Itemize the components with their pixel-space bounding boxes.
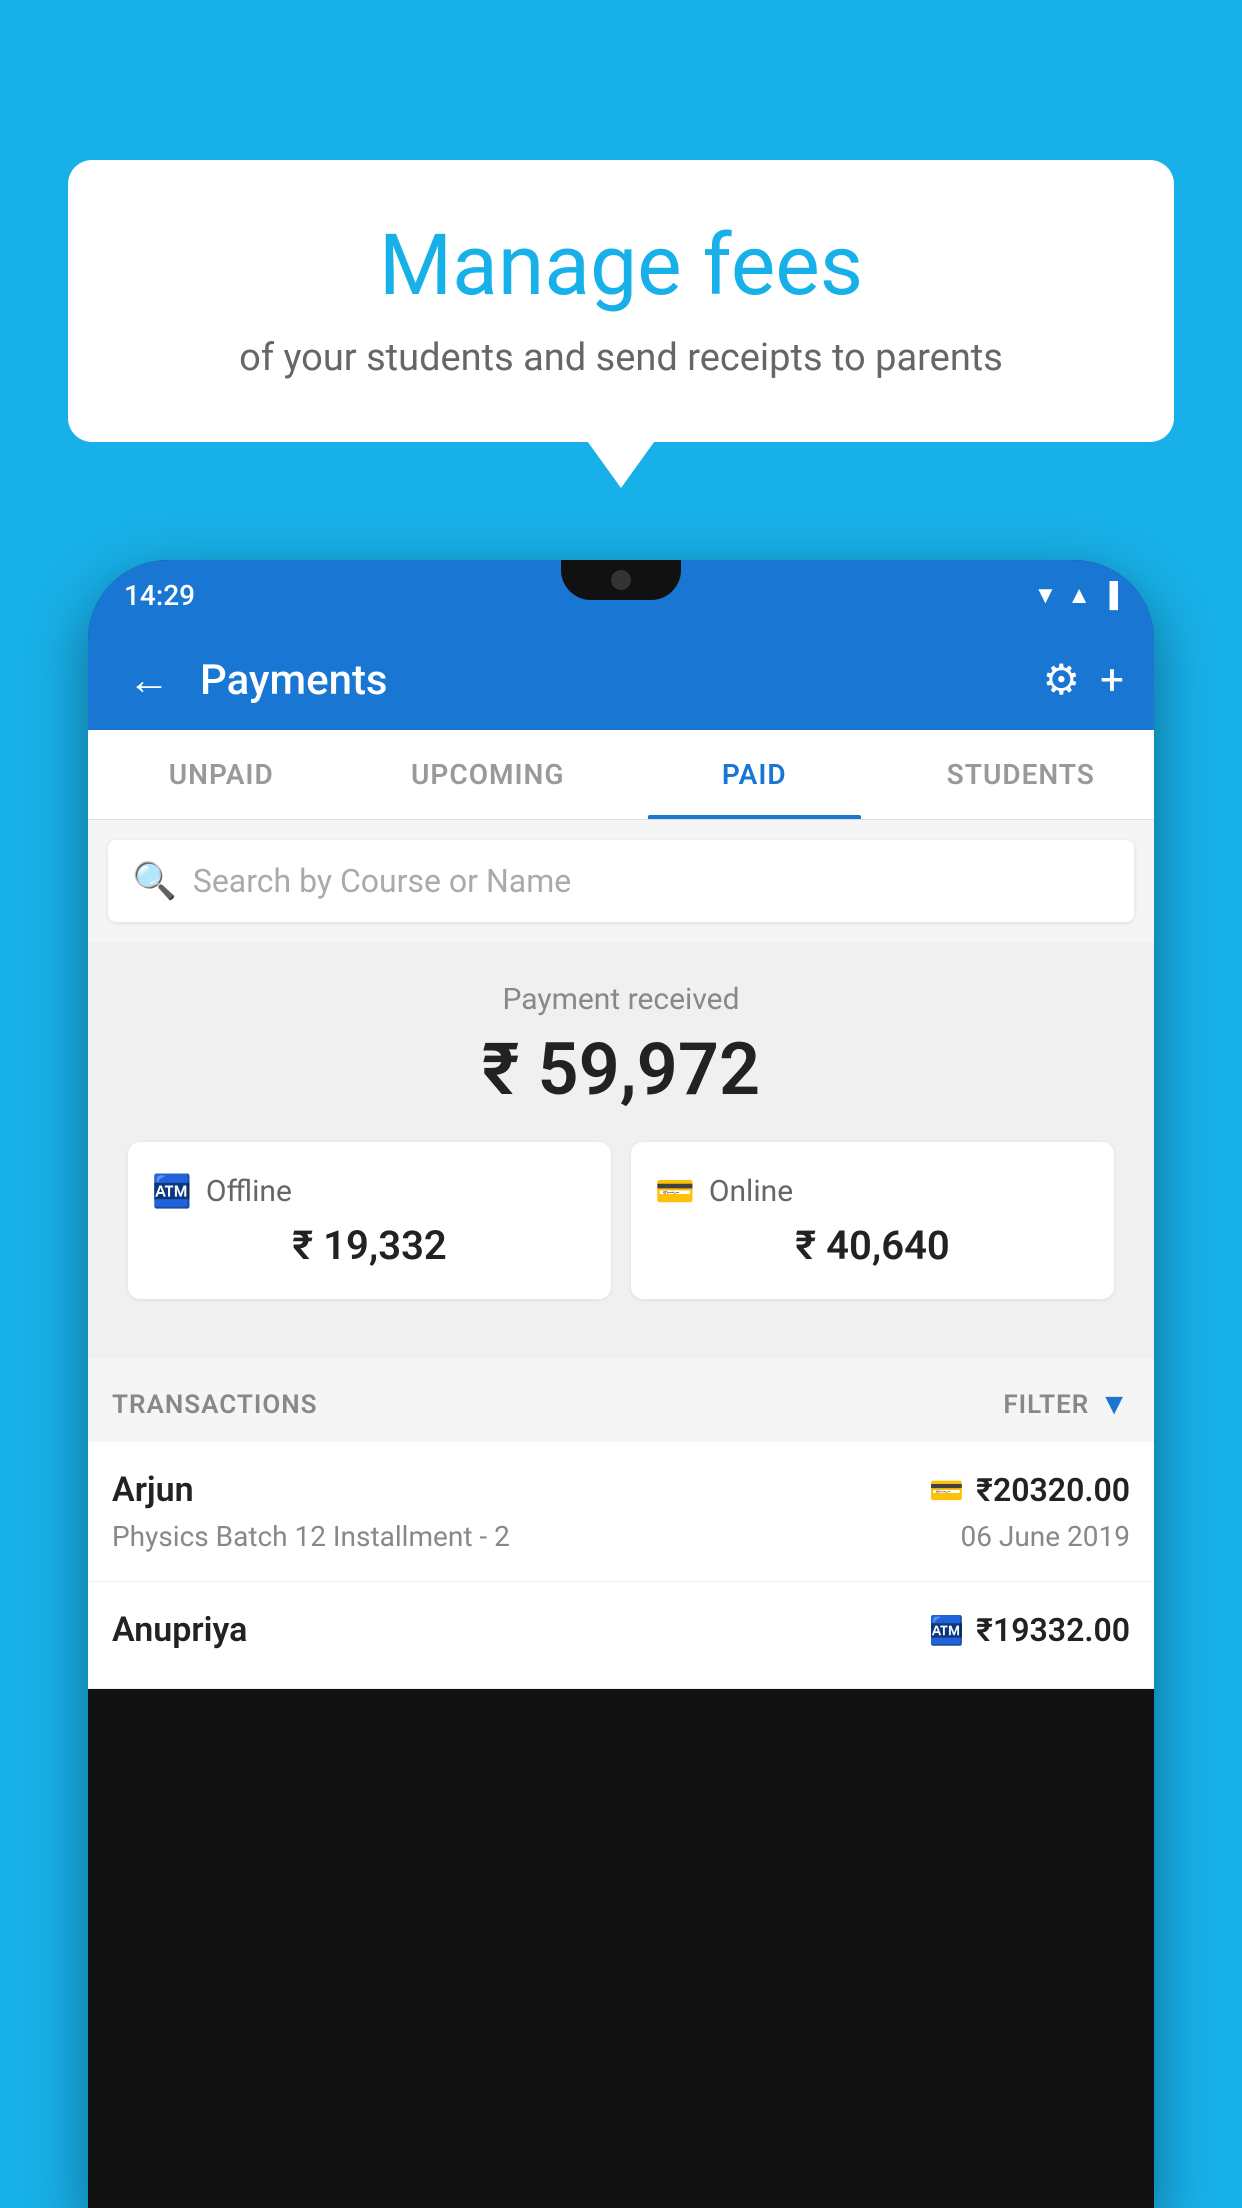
- transaction-name: Arjun: [112, 1470, 194, 1510]
- tabs-bar: UNPAID UPCOMING PAID STUDENTS: [88, 730, 1154, 820]
- payment-received-amount: ₹ 59,972: [108, 1027, 1134, 1112]
- add-button[interactable]: +: [1100, 656, 1124, 705]
- status-bar: 14:29 ▼ ▲ ▐: [88, 560, 1154, 630]
- transaction-amount: ₹20320.00: [976, 1471, 1130, 1509]
- battery-icon: ▐: [1101, 581, 1118, 610]
- filter-button[interactable]: FILTER ▼: [1003, 1387, 1130, 1422]
- transaction-amount: ₹19332.00: [976, 1611, 1130, 1649]
- transaction-row[interactable]: Anupriya 🏧 ₹19332.00: [88, 1582, 1154, 1689]
- phone-frame: 14:29 ▼ ▲ ▐ ← Payments ⚙ + UNPAID UPCOMI…: [88, 560, 1154, 2208]
- transactions-label: TRANSACTIONS: [112, 1390, 318, 1420]
- online-card-header: 💳 Online: [655, 1172, 1090, 1210]
- tab-students[interactable]: STUDENTS: [888, 730, 1155, 819]
- transaction-amount-wrap: 🏧 ₹19332.00: [929, 1611, 1130, 1649]
- tab-unpaid[interactable]: UNPAID: [88, 730, 355, 819]
- app-bar-title: Payments: [200, 656, 1023, 705]
- app-bar-actions: ⚙ +: [1043, 655, 1125, 705]
- online-card: 💳 Online ₹ 40,640: [631, 1142, 1114, 1299]
- filter-icon: ▼: [1099, 1387, 1130, 1422]
- transaction-amount-wrap: 💳 ₹20320.00: [929, 1471, 1130, 1509]
- tab-paid[interactable]: PAID: [621, 730, 888, 819]
- transaction-type-icon: 💳: [929, 1474, 964, 1507]
- settings-button[interactable]: ⚙: [1043, 655, 1081, 705]
- notch-camera: [611, 570, 631, 590]
- signal-icon: ▲: [1067, 581, 1091, 610]
- wifi-icon: ▼: [1033, 581, 1057, 610]
- offline-label: Offline: [206, 1174, 292, 1209]
- transaction-top: Anupriya 🏧 ₹19332.00: [112, 1610, 1130, 1650]
- transaction-type-icon: 🏧: [929, 1614, 964, 1647]
- transactions-header: TRANSACTIONS FILTER ▼: [88, 1359, 1154, 1442]
- online-icon: 💳: [655, 1172, 695, 1210]
- transaction-bottom: Physics Batch 12 Installment - 2 06 June…: [112, 1520, 1130, 1553]
- online-label: Online: [709, 1174, 793, 1209]
- payment-received-label: Payment received: [108, 982, 1134, 1017]
- search-icon: 🔍: [132, 860, 177, 902]
- offline-card: 🏧 Offline ₹ 19,332: [128, 1142, 611, 1299]
- online-amount: ₹ 40,640: [655, 1222, 1090, 1269]
- status-icons: ▼ ▲ ▐: [1033, 581, 1118, 610]
- transaction-name: Anupriya: [112, 1610, 247, 1650]
- offline-amount: ₹ 19,332: [152, 1222, 587, 1269]
- status-time: 14:29: [124, 579, 195, 612]
- bubble-title: Manage fees: [128, 220, 1114, 312]
- app-bar: ← Payments ⚙ +: [88, 630, 1154, 730]
- payment-cards: 🏧 Offline ₹ 19,332 💳 Online ₹ 40,640: [128, 1142, 1114, 1299]
- transaction-date: 06 June 2019: [960, 1520, 1130, 1553]
- tab-upcoming[interactable]: UPCOMING: [355, 730, 622, 819]
- transaction-top: Arjun 💳 ₹20320.00: [112, 1470, 1130, 1510]
- back-button[interactable]: ←: [118, 646, 180, 715]
- speech-bubble: Manage fees of your students and send re…: [68, 160, 1174, 442]
- search-input[interactable]: Search by Course or Name: [193, 862, 571, 900]
- phone-content: 🔍 Search by Course or Name Payment recei…: [88, 820, 1154, 1689]
- phone-notch: [561, 560, 681, 600]
- search-bar[interactable]: 🔍 Search by Course or Name: [108, 840, 1134, 922]
- offline-icon: 🏧: [152, 1172, 192, 1210]
- payment-received-section: Payment received ₹ 59,972 🏧 Offline ₹ 19…: [88, 942, 1154, 1359]
- transaction-course: Physics Batch 12 Installment - 2: [112, 1520, 510, 1553]
- bubble-subtitle: of your students and send receipts to pa…: [128, 332, 1114, 385]
- filter-label: FILTER: [1003, 1390, 1089, 1420]
- offline-card-header: 🏧 Offline: [152, 1172, 587, 1210]
- transaction-row[interactable]: Arjun 💳 ₹20320.00 Physics Batch 12 Insta…: [88, 1442, 1154, 1582]
